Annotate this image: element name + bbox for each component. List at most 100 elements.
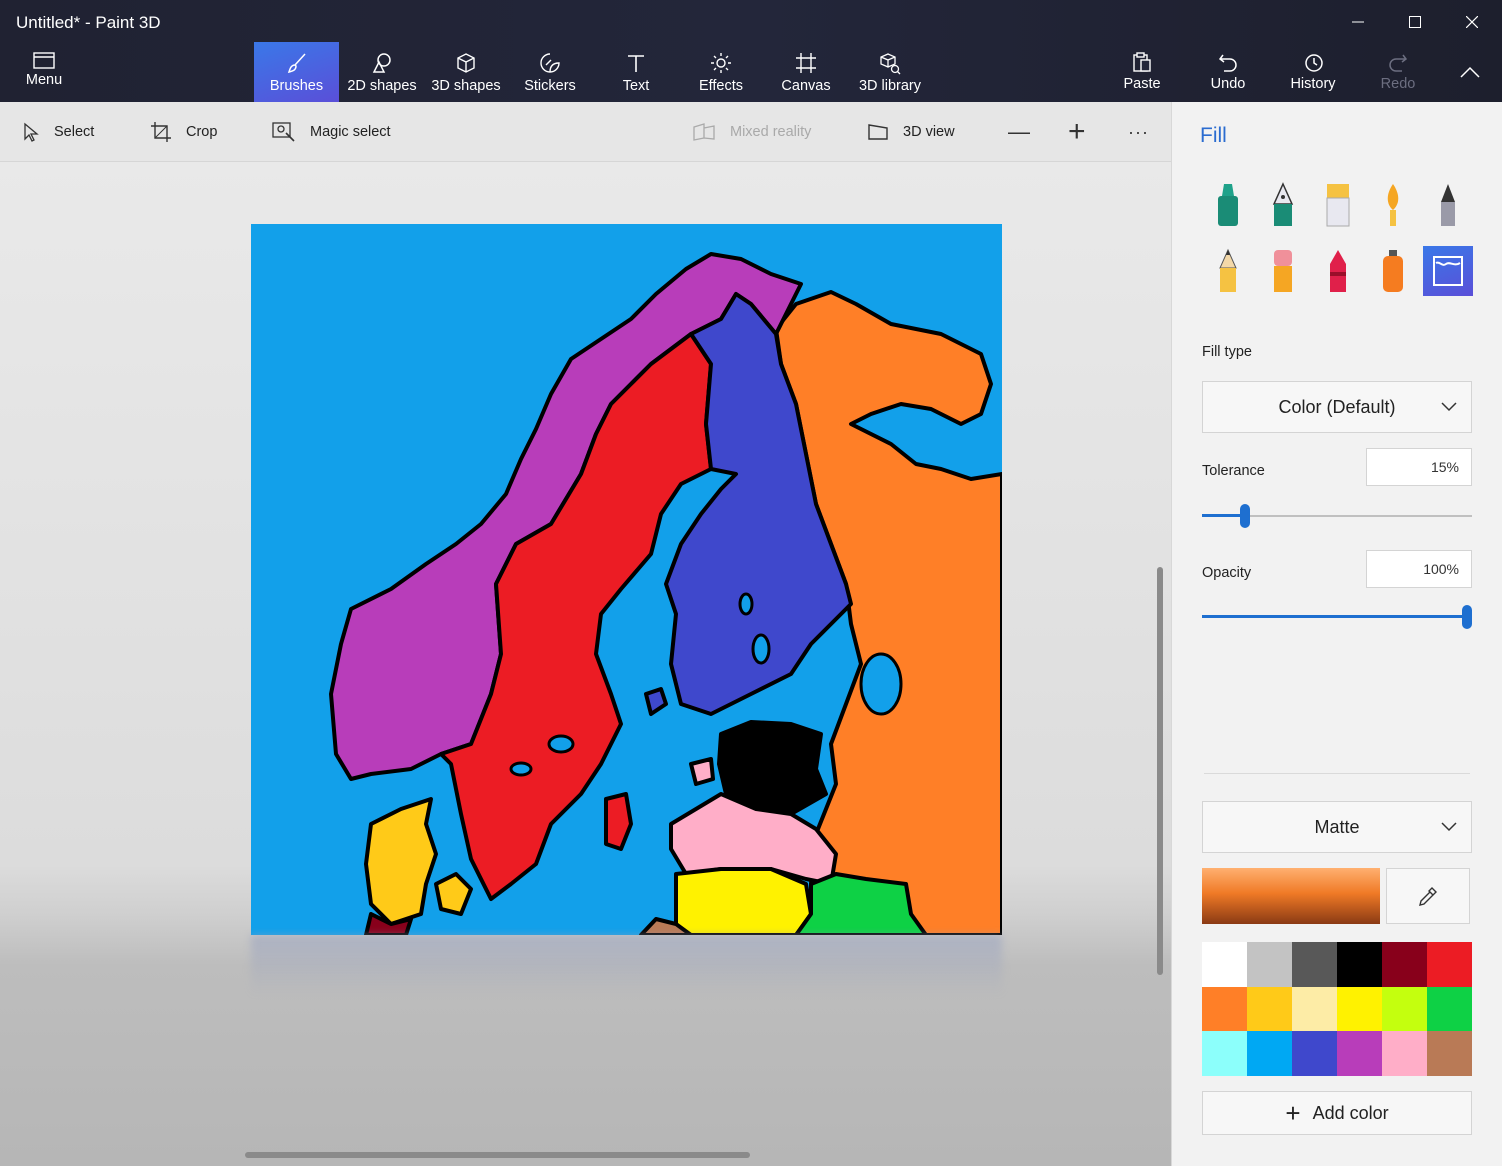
canvas-icon [796, 53, 816, 73]
menu-button[interactable]: Menu [8, 42, 80, 102]
tab-3d-shapes[interactable]: 3D shapes [426, 42, 506, 102]
opacity-label: Opacity [1202, 565, 1252, 581]
palette-swatch[interactable] [1247, 1031, 1292, 1077]
tab-canvas[interactable]: Canvas [766, 42, 846, 102]
finish-dropdown[interactable]: Matte [1202, 801, 1472, 853]
calligraphy-pen-icon [1272, 182, 1294, 226]
magic-select-tool[interactable]: Magic select [272, 102, 391, 162]
brush-icon [287, 53, 306, 74]
palette-swatch[interactable] [1292, 1031, 1337, 1077]
3d-view-label: 3D view [903, 124, 955, 140]
opacity-slider[interactable] [1202, 605, 1472, 629]
calligraphy-pen-brush[interactable] [1258, 180, 1308, 230]
tab-2d-shapes[interactable]: 2D shapes [342, 42, 422, 102]
fill-bucket-icon [1433, 256, 1463, 286]
horizontal-scrollbar[interactable] [245, 1152, 750, 1158]
drawing-canvas[interactable] [251, 224, 1002, 935]
3d-view-button[interactable]: 3D view [867, 102, 955, 162]
fill-type-dropdown[interactable]: Color (Default) [1202, 381, 1472, 433]
opacity-input[interactable]: 100% [1366, 550, 1472, 588]
3d-library-icon [880, 53, 901, 75]
tab-text[interactable]: Text [596, 42, 676, 102]
vertical-scrollbar[interactable] [1157, 567, 1163, 975]
undo-icon [1218, 54, 1237, 72]
palette-swatch[interactable] [1337, 942, 1382, 987]
close-icon [1466, 16, 1478, 28]
minimize-button[interactable] [1330, 6, 1386, 38]
canvas-reflection [251, 935, 1002, 995]
palette-swatch[interactable] [1247, 986, 1292, 1032]
tab-brushes[interactable]: Brushes [254, 42, 339, 102]
tab-stickers-label: Stickers [524, 78, 576, 94]
eyedropper-icon [1419, 887, 1437, 906]
cursor-icon [24, 122, 39, 142]
workspace [0, 162, 1171, 1166]
tolerance-thumb[interactable] [1240, 504, 1251, 528]
more-options-button[interactable]: ··· [1128, 102, 1149, 162]
properties-panel: Fill Fill type Color (Default) Tolerance… [1171, 102, 1502, 1166]
2d-shapes-icon [372, 53, 391, 73]
spray-can-brush[interactable] [1368, 246, 1418, 296]
select-tool[interactable]: Select [22, 102, 94, 162]
paste-icon [1133, 52, 1151, 72]
current-color-swatch[interactable] [1202, 868, 1380, 924]
palette-swatch[interactable] [1427, 942, 1472, 987]
spray-can-icon [1383, 250, 1403, 292]
collapse-ribbon-button[interactable] [1446, 42, 1494, 102]
zoom-in-button[interactable]: + [1068, 102, 1086, 162]
eyedropper-button[interactable] [1386, 868, 1470, 924]
palette-swatch[interactable] [1337, 1031, 1382, 1077]
pixel-pen-brush[interactable] [1423, 180, 1473, 230]
redo-button[interactable]: Redo [1362, 42, 1434, 102]
zoom-out-button[interactable]: — [1008, 102, 1030, 162]
tolerance-input[interactable]: 15% [1366, 448, 1472, 486]
fill-bucket-brush[interactable] [1423, 246, 1473, 296]
pencil-icon [1219, 248, 1237, 292]
close-button[interactable] [1444, 6, 1500, 38]
ribbon: Untitled* - Paint 3D Menu Brushes 2D sha… [0, 0, 1502, 102]
palette-swatch[interactable] [1427, 1031, 1472, 1077]
palette-swatch[interactable] [1382, 942, 1427, 987]
marker-brush[interactable] [1203, 180, 1253, 230]
folder-icon [33, 52, 55, 69]
undo-button[interactable]: Undo [1192, 42, 1264, 102]
mixed-reality-button[interactable]: Mixed reality [692, 102, 811, 162]
palette-swatch[interactable] [1382, 1031, 1427, 1077]
minimize-icon [1352, 21, 1364, 23]
history-button[interactable]: History [1277, 42, 1349, 102]
add-color-button[interactable]: + Add color [1202, 1091, 1472, 1135]
selection-toolbar: Select Crop Magic select Mixed reality 3… [0, 102, 1171, 162]
fill-type-label: Fill type [1202, 344, 1252, 360]
tab-effects[interactable]: Effects [681, 42, 761, 102]
plus-icon: + [1285, 1098, 1301, 1128]
crayon-brush[interactable] [1313, 246, 1363, 296]
tolerance-slider[interactable] [1202, 504, 1472, 528]
3d-cube-icon [457, 53, 475, 73]
watercolor-icon [1387, 184, 1399, 226]
tab-stickers[interactable]: Stickers [510, 42, 590, 102]
minus-icon: — [1008, 119, 1030, 144]
eraser-brush[interactable] [1258, 246, 1308, 296]
palette-swatch[interactable] [1382, 986, 1427, 1032]
palette-swatch[interactable] [1292, 942, 1337, 987]
crayon-icon [1330, 250, 1346, 292]
palette-swatch[interactable] [1202, 986, 1247, 1032]
watercolor-brush[interactable] [1368, 180, 1418, 230]
opacity-thumb[interactable] [1462, 605, 1472, 629]
tab-3d-library[interactable]: 3D library [850, 42, 930, 102]
plus-icon: + [1068, 115, 1086, 148]
palette-swatch[interactable] [1292, 986, 1337, 1032]
palette-swatch[interactable] [1202, 1031, 1247, 1077]
oil-brush[interactable] [1313, 180, 1363, 230]
maximize-button[interactable] [1387, 6, 1443, 38]
window-title: Untitled* - Paint 3D [16, 13, 161, 32]
tolerance-label: Tolerance [1202, 463, 1265, 479]
palette-swatch[interactable] [1202, 942, 1247, 987]
palette-swatch[interactable] [1247, 942, 1292, 987]
region-gotland [604, 792, 633, 851]
palette-swatch[interactable] [1337, 986, 1382, 1032]
paste-button[interactable]: Paste [1106, 42, 1178, 102]
pencil-brush[interactable] [1203, 246, 1253, 296]
crop-tool[interactable]: Crop [150, 102, 217, 162]
palette-swatch[interactable] [1427, 986, 1472, 1032]
